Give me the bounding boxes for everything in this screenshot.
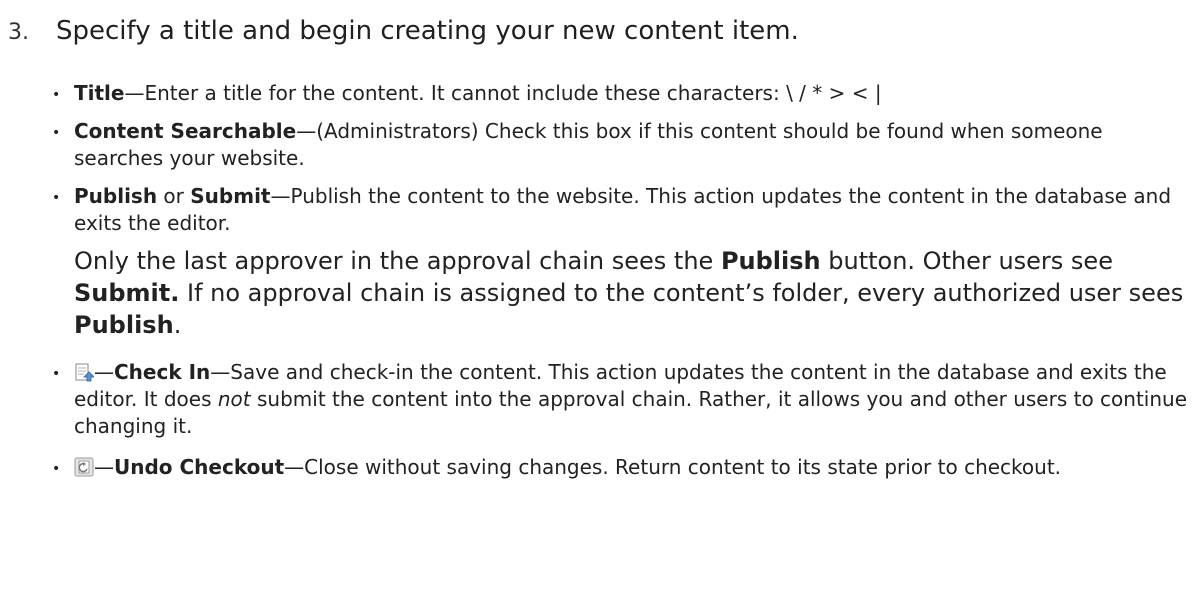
note-text-1: Only the last approver in the approval c… — [74, 247, 721, 275]
list-item-publish: Publish or Submit—Publish the content to… — [52, 183, 1197, 237]
publish-or: or — [157, 184, 191, 208]
note-bold-publish: Publish — [720, 247, 821, 275]
step-3: 3. Specify a title and begin creating yo… — [8, 14, 1198, 50]
check-in-icon — [74, 362, 95, 382]
step-text: Specify a title and begin creating your … — [56, 16, 799, 46]
desc-undo-checkout: —Close without saving changes. Return co… — [284, 455, 1062, 479]
publish-note: Only the last approver in the approval c… — [52, 245, 1197, 341]
list-item-undo-checkout: —Undo Checkout—Close without saving chan… — [52, 454, 1197, 483]
term-submit: Submit — [190, 184, 271, 208]
undo-checkout-icon — [74, 457, 94, 477]
check-in-dash: — — [94, 360, 114, 384]
list-item-content-searchable: Content Searchable—(Administrators) Chec… — [52, 118, 1197, 172]
note-bold-submit: Submit. — [74, 279, 180, 307]
note-text-2: button. Other users see — [820, 247, 1113, 275]
list-item-check-in: —Check In—Save and check-in the content.… — [52, 359, 1197, 440]
term-title: Title — [74, 81, 125, 105]
undo-dash: — — [94, 455, 114, 479]
note-bold-publish-2: Publish — [74, 311, 174, 339]
term-undo-checkout: Undo Checkout — [114, 455, 285, 479]
list-item-title: Title—Enter a title for the content. It … — [52, 80, 1197, 109]
option-list: Title—Enter a title for the content. It … — [52, 80, 1197, 483]
note-text-3: If no approval chain is assigned to the … — [179, 279, 1184, 307]
desc-title: —Enter a title for the content. It canno… — [124, 81, 882, 105]
term-check-in: Check In — [114, 360, 211, 384]
note-text-4: . — [173, 311, 182, 339]
step-heading: 3. Specify a title and begin creating yo… — [8, 14, 1198, 50]
term-publish: Publish — [74, 184, 158, 208]
step-number: 3. — [8, 20, 29, 45]
term-content-searchable: Content Searchable — [74, 119, 297, 143]
emph-not: not — [217, 387, 251, 411]
